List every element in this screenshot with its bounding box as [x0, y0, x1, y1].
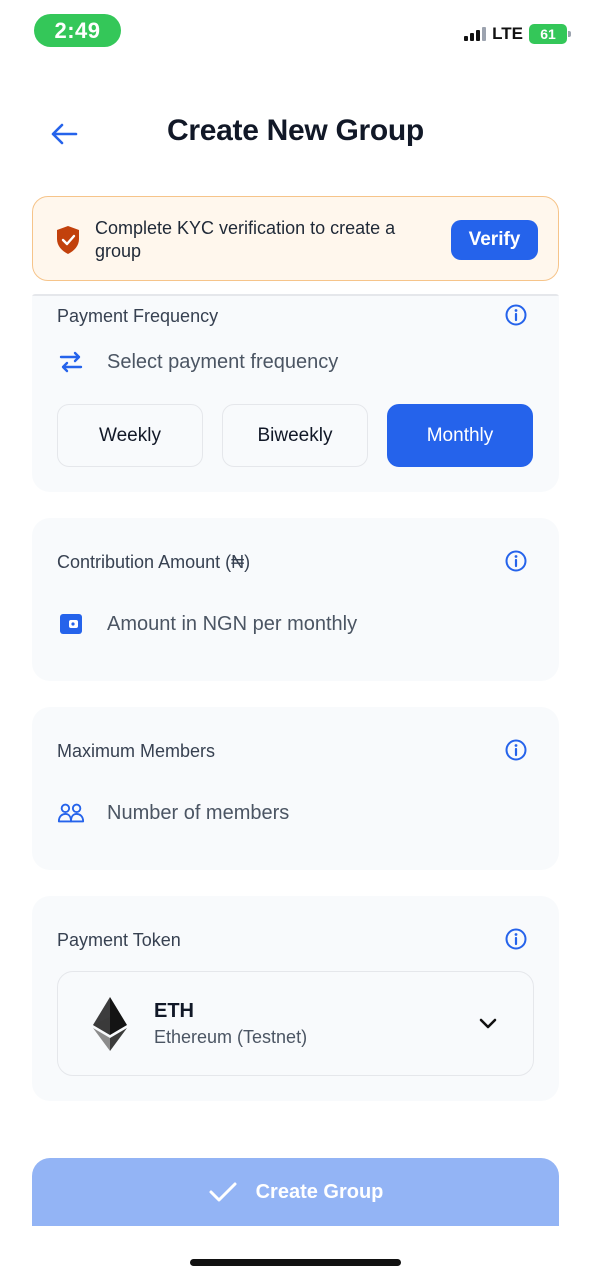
token-name: Ethereum (Testnet) — [154, 1027, 308, 1047]
payment-frequency-label: Payment Frequency — [57, 306, 219, 326]
battery-level: 61 — [540, 26, 556, 42]
maximum-members-label: Maximum Members — [57, 741, 216, 761]
header: Create New Group — [0, 100, 591, 166]
contribution-amount-card: Contribution Amount (₦) Amount in NGN pe… — [32, 518, 559, 681]
payment-frequency-card: Payment Frequency Select payment frequen… — [32, 296, 559, 492]
wallet-icon — [57, 610, 85, 638]
ethereum-icon — [93, 997, 127, 1051]
users-icon — [57, 799, 85, 827]
payment-token-select[interactable]: ETH Ethereum (Testnet) — [57, 971, 534, 1076]
info-icon[interactable] — [505, 928, 527, 950]
kyc-banner: Complete KYC verification to create a gr… — [32, 196, 559, 281]
maximum-members-placeholder: Number of members — [107, 801, 290, 824]
maximum-members-card: Maximum Members Number of members — [32, 707, 559, 870]
status-indicators: LTE 61 — [464, 24, 571, 44]
frequency-options: Weekly Biweekly Monthly — [57, 404, 533, 467]
signal-icon — [464, 27, 487, 41]
status-bar: 2:49 LTE 61 — [0, 0, 591, 62]
check-icon — [209, 1182, 237, 1202]
token-symbol: ETH — [154, 1000, 194, 1022]
page-title: Create New Group — [167, 114, 424, 147]
shield-icon — [57, 226, 79, 254]
maximum-members-input[interactable]: Number of members — [57, 799, 289, 827]
verify-button[interactable]: Verify — [451, 220, 538, 260]
network-type: LTE — [492, 24, 523, 43]
info-icon[interactable] — [505, 739, 527, 761]
kyc-message: Complete KYC verification to create a gr… — [95, 218, 396, 261]
create-group-button[interactable]: Create Group — [32, 1158, 559, 1226]
repeat-icon — [57, 348, 85, 376]
payment-frequency-placeholder: Select payment frequency — [107, 350, 339, 373]
info-icon[interactable] — [505, 304, 527, 326]
chevron-down-icon — [479, 1018, 497, 1029]
frequency-option-weekly[interactable]: Weekly — [57, 404, 203, 467]
payment-token-label: Payment Token — [57, 930, 181, 950]
frequency-option-biweekly[interactable]: Biweekly — [222, 404, 368, 467]
home-indicator — [190, 1259, 401, 1266]
contribution-amount-label: Contribution Amount (₦) — [57, 552, 251, 572]
info-icon[interactable] — [505, 550, 527, 572]
status-time: 2:49 — [34, 14, 121, 47]
battery-icon: 61 — [529, 24, 571, 44]
payment-token-card: Payment Token ETH Ethereum (Testnet) — [32, 896, 559, 1101]
contribution-amount-input[interactable]: Amount in NGN per monthly — [57, 610, 357, 638]
frequency-option-monthly[interactable]: Monthly — [387, 404, 533, 467]
payment-frequency-select[interactable]: Select payment frequency — [57, 348, 338, 376]
create-group-label: Create Group — [255, 1180, 384, 1203]
contribution-amount-placeholder: Amount in NGN per monthly — [107, 612, 358, 635]
